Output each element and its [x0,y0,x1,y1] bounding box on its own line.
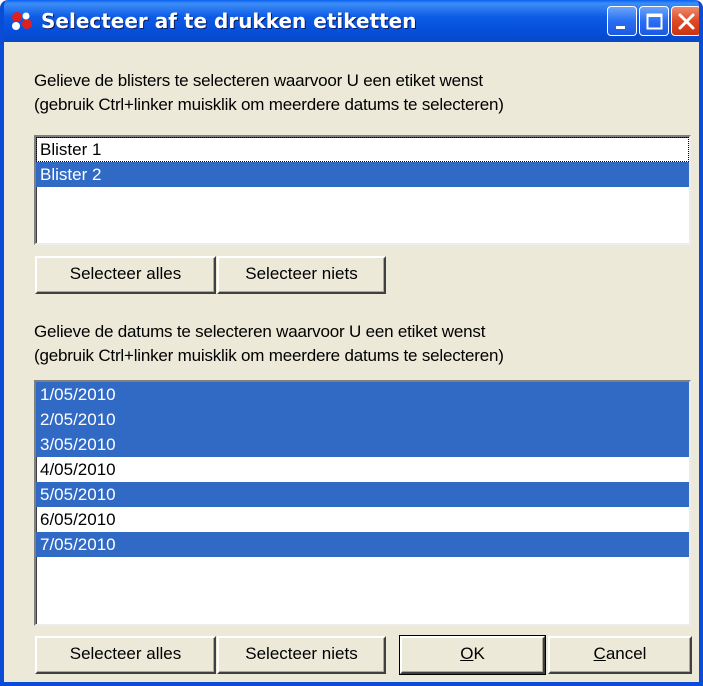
blister-list-item[interactable]: Blister 2 [36,162,689,187]
cancel-button[interactable]: Cancel [548,636,692,674]
date-list-item[interactable]: 2/05/2010 [36,407,689,432]
date-list-item[interactable]: 5/05/2010 [36,482,689,507]
close-icon [678,13,695,30]
date-list-item[interactable]: 3/05/2010 [36,432,689,457]
ok-label-rest: K [473,644,485,663]
close-button[interactable] [671,6,699,36]
dates-select-all-button[interactable]: Selecteer alles [35,636,216,674]
window-title: Selecteer af te drukken etiketten [41,9,417,33]
minimize-icon [616,26,625,29]
dates-select-none-button[interactable]: Selecteer niets [217,636,386,674]
dates-listbox[interactable]: 1/05/2010 2/05/2010 3/05/2010 4/05/2010 5/05… [34,380,691,626]
dialog-content: Gelieve de blisters te selecteren waarvo… [4,42,699,682]
date-list-item[interactable]: 6/05/2010 [36,507,689,532]
date-list-item[interactable]: 7/05/2010 [36,532,689,557]
dates-instruction: Gelieve de datums te selecteren waarvoor… [34,322,486,341]
title-bar[interactable]: Selecteer af te drukken etiketten [4,0,699,42]
minimize-button[interactable] [607,6,637,36]
dialog-window: Selecteer af te drukken etiketten Geliev… [0,0,703,686]
date-list-item[interactable]: 1/05/2010 [36,382,689,407]
blister-list-item[interactable]: Blister 1 [36,137,689,162]
app-icon [10,11,34,31]
blisters-instruction: Gelieve de blisters te selecteren waarvo… [34,71,483,90]
date-list-item[interactable]: 4/05/2010 [36,457,689,482]
blisters-select-none-button[interactable]: Selecteer niets [217,256,386,294]
ok-mnemonic: O [460,644,474,663]
blisters-listbox[interactable]: Blister 1 Blister 2 [34,135,691,245]
dates-instruction-hint: (gebruik Ctrl+linker muisklik om meerder… [34,346,504,365]
maximize-button[interactable] [639,6,669,36]
blisters-instruction-hint: (gebruik Ctrl+linker muisklik om meerder… [34,95,504,114]
maximize-icon [646,13,663,30]
cancel-label-rest: ancel [605,644,647,663]
blisters-select-all-button[interactable]: Selecteer alles [35,256,216,294]
ok-button[interactable]: OK [399,635,546,675]
cancel-mnemonic: C [593,644,606,663]
